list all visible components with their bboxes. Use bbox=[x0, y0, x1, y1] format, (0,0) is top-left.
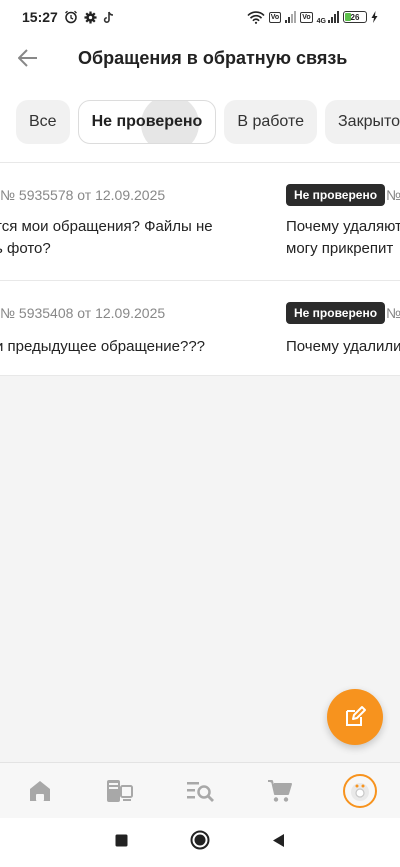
back-button[interactable] bbox=[0, 34, 56, 82]
filter-chip-unchecked[interactable]: Не проверено bbox=[77, 100, 217, 144]
request-card-right[interactable]: Не проверено № Почему удалили bbox=[286, 281, 400, 375]
status-bar: 15:27 Vo Vo 4G 26 bbox=[0, 0, 400, 34]
request-meta: № bbox=[386, 305, 400, 321]
list-item[interactable]: № 5935408 от 12.09.2025 и предыдущее обр… bbox=[0, 280, 400, 376]
battery-icon: 26 bbox=[343, 11, 367, 23]
network-type: 4G bbox=[316, 17, 326, 25]
battery-level: 26 bbox=[350, 12, 360, 22]
square-icon bbox=[115, 834, 128, 846]
request-meta: № 5935408 от 12.09.2025 bbox=[0, 305, 166, 321]
request-text-line1: и предыдущее обращение??? bbox=[0, 338, 205, 355]
edit-icon bbox=[346, 706, 366, 726]
request-card-left[interactable]: № 5935408 от 12.09.2025 и предыдущее обр… bbox=[0, 281, 270, 375]
filter-chip-in-progress[interactable]: В работе bbox=[224, 100, 317, 144]
new-request-button[interactable] bbox=[327, 689, 383, 745]
gear-icon bbox=[84, 10, 97, 24]
profile-avatar bbox=[343, 773, 377, 808]
system-navigation-bar bbox=[0, 818, 400, 867]
volte-icon: Vo bbox=[268, 11, 282, 23]
filter-chip-all[interactable]: Все bbox=[16, 100, 70, 144]
request-card-right[interactable]: Не проверено № Почему удаляют могу прикр… bbox=[286, 163, 400, 280]
nav-item-home[interactable] bbox=[0, 763, 80, 818]
request-text-line1: Почему удаляют bbox=[286, 218, 400, 235]
nav-item-catalog[interactable] bbox=[80, 763, 160, 818]
recent-apps-button[interactable] bbox=[115, 834, 128, 852]
alarm-icon bbox=[64, 10, 78, 24]
signal-icon-2 bbox=[328, 11, 339, 23]
status-badge: Не проверено bbox=[286, 302, 386, 324]
nav-item-search[interactable] bbox=[160, 763, 240, 818]
back-system-button[interactable] bbox=[272, 833, 285, 853]
status-filter-bar: Все Не проверено В работе Закрыто bbox=[0, 82, 400, 162]
request-meta: № bbox=[386, 187, 400, 203]
home-system-button[interactable] bbox=[190, 830, 210, 855]
request-card-left[interactable]: № 5935578 от 12.09.2025 тся мои обращени… bbox=[0, 163, 270, 280]
request-text-line2: могу прикрепит bbox=[286, 240, 394, 257]
status-badge: Не проверено bbox=[286, 184, 386, 206]
charging-icon bbox=[371, 11, 378, 23]
wifi-icon bbox=[247, 10, 265, 24]
filter-chip-label: Не проверено bbox=[91, 113, 203, 130]
circle-icon bbox=[190, 830, 210, 850]
request-text-line1: Почему удалили bbox=[286, 338, 400, 355]
app-bar: Обращения в обратную связь bbox=[0, 34, 400, 82]
status-time: 15:27 bbox=[22, 9, 58, 25]
cart-icon bbox=[268, 779, 292, 802]
home-icon bbox=[30, 780, 50, 801]
filter-chip-label: Закрыто bbox=[338, 113, 400, 130]
request-text-line2: ь фото? bbox=[0, 240, 51, 257]
tiktok-icon bbox=[103, 11, 115, 24]
filter-chip-closed[interactable]: Закрыто bbox=[325, 100, 400, 144]
profile-icon bbox=[351, 782, 369, 801]
requests-list: № 5935578 от 12.09.2025 тся мои обращени… bbox=[0, 162, 400, 376]
signal-icon bbox=[285, 11, 297, 23]
nav-item-cart[interactable] bbox=[240, 763, 320, 818]
list-item[interactable]: № 5935578 от 12.09.2025 тся мои обращени… bbox=[0, 162, 400, 280]
bottom-navigation bbox=[0, 762, 400, 818]
filter-chip-label: В работе bbox=[237, 113, 304, 130]
volte-icon-2: Vo bbox=[300, 11, 313, 23]
arrow-left-icon bbox=[18, 49, 37, 67]
search-list-icon bbox=[187, 781, 214, 802]
filter-chip-label: Все bbox=[29, 113, 57, 130]
page-title: Обращения в обратную связь bbox=[78, 47, 348, 68]
catalog-icon bbox=[107, 779, 133, 802]
request-text-line1: тся мои обращения? Файлы не bbox=[0, 218, 213, 235]
triangle-back-icon bbox=[273, 833, 284, 847]
request-meta: № 5935578 от 12.09.2025 bbox=[0, 187, 166, 203]
nav-item-profile[interactable] bbox=[320, 763, 400, 818]
